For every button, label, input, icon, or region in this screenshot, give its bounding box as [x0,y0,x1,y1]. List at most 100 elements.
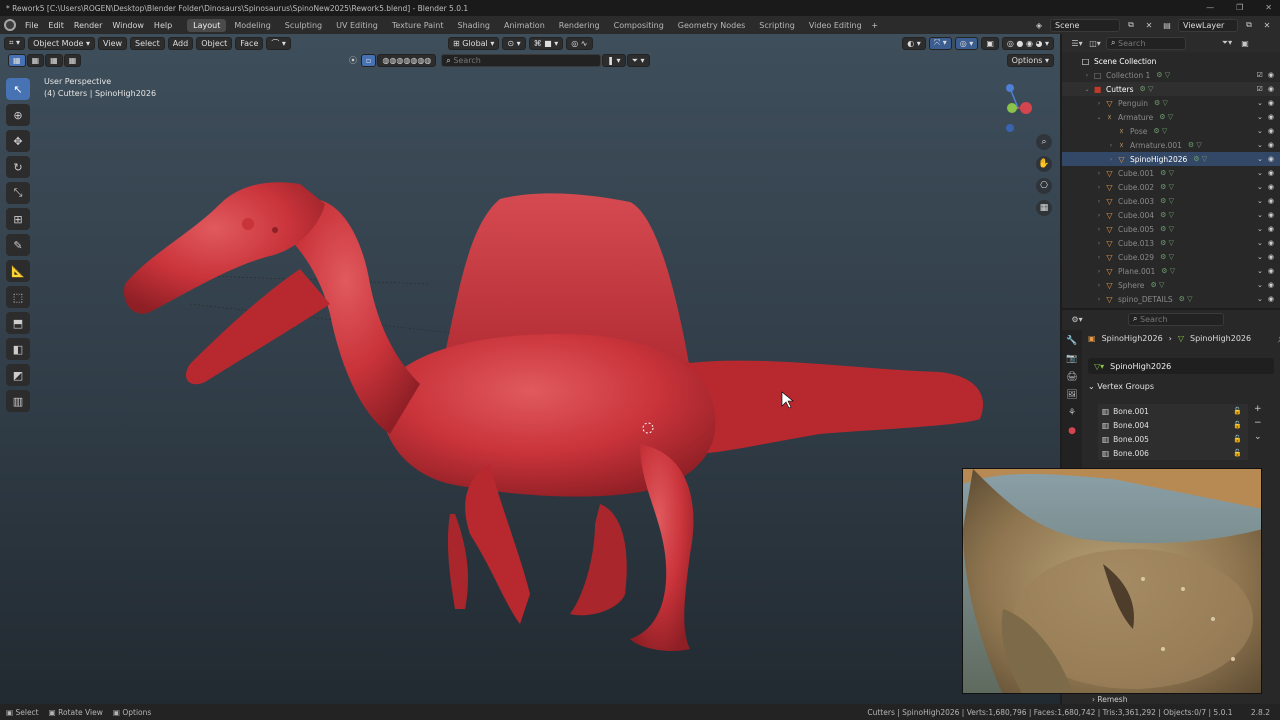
lock-icon[interactable]: 🔓 [1233,421,1242,429]
delete-scene-icon[interactable]: ✕ [1142,19,1156,32]
expand-toggle-icon[interactable]: › [1106,142,1116,149]
render-camera-icon[interactable]: ◉ [1268,295,1274,303]
outliner-item[interactable]: › ▽ Cube.004 ⚙ ▽ ⌄ ◉ [1062,208,1280,222]
render-camera-icon[interactable]: ◉ [1268,253,1274,261]
expand-toggle-icon[interactable]: › [1094,268,1104,275]
add-workspace-icon[interactable]: + [868,19,882,32]
expand-toggle-icon[interactable]: › [1094,254,1104,261]
include-checkbox-icon[interactable]: ☑ [1257,71,1263,79]
expand-toggle-icon[interactable]: › [1094,212,1104,219]
view-layer-tab-icon[interactable]: 🖼 [1066,390,1077,400]
hide-eye-icon[interactable]: ⌄ [1257,211,1263,219]
outliner-search[interactable]: ⌕ Search [1106,36,1186,50]
tab-rendering[interactable]: Rendering [553,19,606,32]
properties-search[interactable]: ⌕ Search [1128,312,1224,326]
expand-toggle-icon[interactable]: › [1094,198,1104,205]
hide-eye-icon[interactable]: ⌄ [1257,267,1263,275]
outliner-item[interactable]: › ▽ spino_DETAILS ⚙ ▽ ⌄ ◉ [1062,292,1280,306]
render-tab-icon[interactable]: 📷 [1066,354,1077,364]
tab-uv-editing[interactable]: UV Editing [330,19,384,32]
hide-eye-icon[interactable]: ⌄ [1257,155,1263,163]
vertex-groups-panel[interactable]: ⌄ Vertex Groups [1088,382,1154,391]
expand-toggle-icon[interactable]: › [1094,296,1104,303]
menu-edit[interactable]: Edit [43,21,69,30]
maximize-icon[interactable]: ❐ [1236,3,1243,12]
new-viewlayer-icon[interactable]: ⧉ [1242,19,1256,32]
lock-icon[interactable]: 🔓 [1233,449,1242,457]
render-camera-icon[interactable]: ◉ [1268,85,1274,93]
output-tab-icon[interactable]: 🖨 [1066,372,1077,382]
outliner-filter-icon[interactable]: ⏷▾ [1220,37,1234,50]
tab-shading[interactable]: Shading [451,19,496,32]
menu-window[interactable]: Window [107,21,149,30]
tool-tab-icon[interactable]: 🔧 [1066,336,1077,346]
expand-toggle-icon[interactable]: › [1106,156,1116,163]
hide-eye-icon[interactable]: ⌄ [1257,239,1263,247]
render-camera-icon[interactable]: ◉ [1268,141,1274,149]
expand-toggle-icon[interactable]: › [1094,184,1104,191]
tab-animation[interactable]: Animation [498,19,551,32]
outliner-item[interactable]: › ▽ SpinoHigh2026 ⚙ ▽ ⌄ ◉ [1062,152,1280,166]
tab-texture-paint[interactable]: Texture Paint [386,19,450,32]
outliner-item[interactable]: › ▽ Cube.005 ⚙ ▽ ⌄ ◉ [1062,222,1280,236]
render-camera-icon[interactable]: ◉ [1268,71,1274,79]
3d-viewport[interactable]: ⌗ ▾ Object Mode ▾ View Select Add Object Fac… [0,34,1060,704]
outliner-item[interactable]: › □ Collection 1 ⚙ ▽ ☑ ◉ [1062,68,1280,82]
menu-file[interactable]: File [20,21,43,30]
hide-eye-icon[interactable]: ⌄ [1257,281,1263,289]
render-camera-icon[interactable]: ◉ [1268,169,1274,177]
viewlayer-icon[interactable]: ▤ [1160,19,1174,32]
expand-toggle-icon[interactable]: › [1094,282,1104,289]
new-scene-icon[interactable]: ⧉ [1124,19,1138,32]
expand-toggle-icon[interactable]: ⌄ [1082,86,1092,93]
world-tab-icon[interactable]: ● [1068,426,1076,436]
tab-geometry-nodes[interactable]: Geometry Nodes [672,19,751,32]
spinosaurus-model[interactable] [0,34,1060,704]
outliner-item[interactable]: › ☓ Armature.001 ⚙ ▽ ⌄ ◉ [1062,138,1280,152]
render-camera-icon[interactable]: ◉ [1268,267,1274,275]
lock-icon[interactable]: 🔓 [1233,435,1242,443]
outliner-item[interactable]: › ▽ Cube.013 ⚙ ▽ ⌄ ◉ [1062,236,1280,250]
tab-scripting[interactable]: Scripting [753,19,801,32]
hide-eye-icon[interactable]: ⌄ [1257,113,1263,121]
outliner-item[interactable]: □ Scene Collection [1062,54,1280,68]
vertex-group-item[interactable]: ▥ Bone.005 🔓 [1098,432,1248,446]
outliner-editor-icon[interactable]: ☰▾ [1070,37,1084,50]
expand-toggle-icon[interactable]: › [1094,170,1104,177]
render-camera-icon[interactable]: ◉ [1268,211,1274,219]
render-camera-icon[interactable]: ◉ [1268,239,1274,247]
outliner-item[interactable]: › ▽ Sphere ⚙ ▽ ⌄ ◉ [1062,278,1280,292]
mesh-name-field[interactable]: ▽▾ SpinoHigh2026 [1088,358,1274,374]
delete-viewlayer-icon[interactable]: ✕ [1260,19,1274,32]
outliner-item[interactable]: › ▽ Cube.002 ⚙ ▽ ⌄ ◉ [1062,180,1280,194]
display-mode-icon[interactable]: ◫▾ [1088,37,1102,50]
expand-toggle-icon[interactable]: › [1094,226,1104,233]
close-icon[interactable]: ✕ [1265,3,1272,12]
hide-eye-icon[interactable]: ⌄ [1257,295,1263,303]
hide-eye-icon[interactable]: ⌄ [1257,253,1263,261]
render-camera-icon[interactable]: ◉ [1268,225,1274,233]
render-camera-icon[interactable]: ◉ [1268,183,1274,191]
tab-layout[interactable]: Layout [187,18,227,32]
scene-icon[interactable]: ◈ [1032,19,1046,32]
render-camera-icon[interactable]: ◉ [1268,99,1274,107]
lock-icon[interactable]: 🔓 [1233,407,1242,415]
hide-eye-icon[interactable]: ⌄ [1257,197,1263,205]
outliner-item[interactable]: › ▽ Cube.001 ⚙ ▽ ⌄ ◉ [1062,166,1280,180]
properties-editor-icon[interactable]: ⚙▾ [1070,313,1084,326]
expand-toggle-icon[interactable]: › [1094,240,1104,247]
outliner-item[interactable]: ☓ Pose ⚙ ▽ ⌄ ◉ [1062,124,1280,138]
outliner-item[interactable]: ⌄ ■ Cutters ⚙ ▽ ☑ ◉ [1062,82,1280,96]
hide-eye-icon[interactable]: ⌄ [1257,141,1263,149]
blender-logo-icon[interactable] [4,19,16,31]
minimize-icon[interactable]: — [1206,3,1214,12]
menu-help[interactable]: Help [149,21,177,30]
hide-eye-icon[interactable]: ⌄ [1257,169,1263,177]
outliner-item[interactable]: › ▽ Penguin ⚙ ▽ ⌄ ◉ [1062,96,1280,110]
render-camera-icon[interactable]: ◉ [1268,281,1274,289]
render-camera-icon[interactable]: ◉ [1268,127,1274,135]
scene-tab-icon[interactable]: ⚘ [1068,408,1076,418]
menu-render[interactable]: Render [69,21,107,30]
tab-video-editing[interactable]: Video Editing [803,19,868,32]
vertex-group-item[interactable]: ▥ Bone.004 🔓 [1098,418,1248,432]
